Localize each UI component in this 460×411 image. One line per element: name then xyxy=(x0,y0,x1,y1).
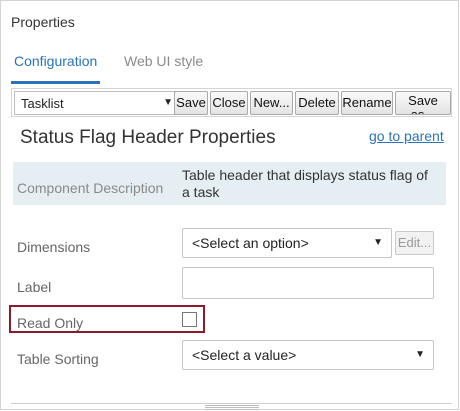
edit-dimensions-button[interactable]: Edit... xyxy=(395,231,434,255)
dimensions-label: Dimensions xyxy=(17,239,91,255)
component-description-row: Component Description Table header that … xyxy=(13,162,446,205)
dimensions-select-value: <Select an option> xyxy=(192,235,309,251)
tab-configuration[interactable]: Configuration xyxy=(14,53,97,69)
label-input[interactable] xyxy=(182,267,434,299)
table-sorting-label: Table Sorting xyxy=(17,351,99,367)
properties-panel: Properties Configuration Web UI style Ta… xyxy=(0,0,459,410)
tab-web-ui-style[interactable]: Web UI style xyxy=(124,53,203,69)
tasklist-select[interactable]: Tasklist ▼ xyxy=(14,91,180,115)
label-field-label: Label xyxy=(17,279,52,295)
table-sorting-select-value: <Select a value> xyxy=(192,347,297,363)
save-as-button[interactable]: Save as... xyxy=(395,91,451,115)
dimensions-select[interactable]: <Select an option> ▼ xyxy=(182,228,392,258)
table-sorting-select[interactable]: <Select a value> ▼ xyxy=(182,340,434,370)
chevron-down-icon: ▼ xyxy=(373,237,383,248)
section-title: Status Flag Header Properties xyxy=(20,127,276,148)
save-button[interactable]: Save xyxy=(174,91,208,115)
close-button[interactable]: Close xyxy=(210,91,248,115)
chevron-down-icon: ▼ xyxy=(163,97,173,108)
tasklist-select-value: Tasklist xyxy=(21,96,64,111)
delete-button[interactable]: Delete xyxy=(295,91,339,115)
read-only-label: Read Only xyxy=(17,315,84,331)
resize-grip-icon[interactable] xyxy=(205,404,259,410)
rename-button[interactable]: Rename xyxy=(341,91,393,115)
go-to-parent-link[interactable]: go to parent xyxy=(369,128,444,144)
toolbar: Tasklist ▼ Save Close New... Delete Rena… xyxy=(11,88,452,117)
read-only-checkbox[interactable] xyxy=(182,312,197,327)
component-description-value: Table header that displays status flag o… xyxy=(182,167,428,200)
component-description-label: Component Description xyxy=(17,180,164,196)
new-button[interactable]: New... xyxy=(250,91,293,115)
tab-bar: Configuration Web UI style xyxy=(1,45,458,87)
panel-title: Properties xyxy=(11,14,75,30)
chevron-down-icon: ▼ xyxy=(415,349,425,360)
active-tab-indicator xyxy=(11,81,100,84)
